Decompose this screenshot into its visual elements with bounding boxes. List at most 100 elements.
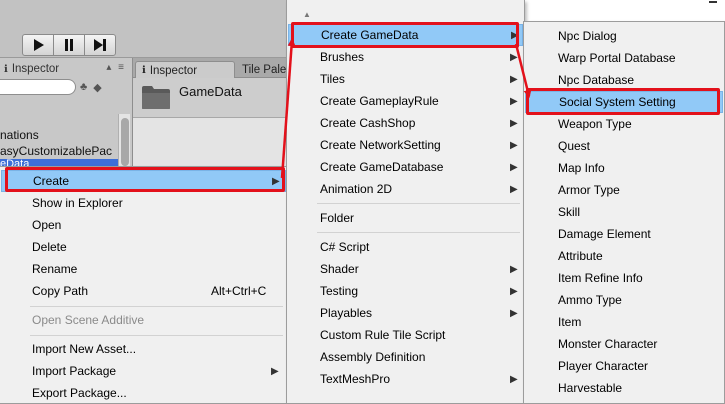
menu-item-animation-2d[interactable]: Animation 2D ▶ — [288, 178, 523, 200]
menu-item-weapon-type[interactable]: Weapon Type — [525, 113, 723, 135]
submenu-arrow-icon: ▶ — [510, 117, 518, 129]
tree-item[interactable]: nations — [0, 127, 120, 143]
menu-item-ammo-type[interactable]: Ammo Type — [525, 289, 723, 311]
play-button[interactable] — [22, 34, 54, 56]
tab-label: Inspector — [149, 64, 198, 77]
step-button[interactable] — [84, 34, 116, 56]
menu-item-delete[interactable]: Delete — [1, 236, 286, 258]
create-submenu: Create GameData ▶ Brushes ▶ Tiles ▶ Crea… — [286, 0, 525, 404]
menu-item-label: Create GameDatabase — [320, 160, 444, 174]
menu-item-label: Quest — [558, 139, 591, 153]
menu-item-testing[interactable]: Testing ▶ — [288, 280, 523, 302]
scrollbar-thumb[interactable] — [121, 118, 129, 166]
menu-item-label: Skill — [558, 205, 581, 219]
submenu-arrow-icon: ▶ — [510, 95, 518, 107]
editor-toolbar — [0, 0, 300, 58]
menu-item-label: Player Character — [558, 359, 649, 373]
submenu-arrow-icon: ▶ — [510, 51, 518, 63]
menu-item-label: C# Script — [320, 240, 370, 254]
menu-item-item-refine-info[interactable]: Item Refine Info — [525, 267, 723, 289]
pause-button[interactable] — [53, 34, 85, 56]
menu-item-folder[interactable]: Folder — [288, 207, 523, 229]
submenu-arrow-icon: ▶ — [510, 161, 518, 173]
menu-item-playables[interactable]: Playables ▶ — [288, 302, 523, 324]
menu-item-label: Harvestable — [558, 381, 623, 395]
tab-label: Inspector — [11, 63, 60, 75]
menu-item-label: Shader — [320, 262, 359, 276]
submenu-arrow-icon: ▶ — [510, 139, 518, 151]
filter-type-icon[interactable]: ♣ — [80, 81, 87, 93]
project-search-input[interactable] — [0, 79, 76, 95]
minimize-icon[interactable] — [709, 0, 717, 3]
menu-item-csharp-script[interactable]: C# Script — [288, 236, 523, 258]
menu-item-copy-path[interactable]: Copy Path Alt+Ctrl+C — [1, 280, 286, 302]
menu-item-assembly-definition[interactable]: Assembly Definition — [288, 346, 523, 368]
menu-item-label: Show in Explorer — [32, 196, 123, 210]
menu-item-skill[interactable]: Skill — [525, 201, 723, 223]
menu-item-npc-dialog[interactable]: Npc Dialog — [525, 25, 723, 47]
menu-item-open[interactable]: Open — [1, 214, 286, 236]
menu-item-label: Custom Rule Tile Script — [320, 328, 446, 342]
folder-icon — [142, 86, 170, 109]
tab-tools[interactable]: ▴ ≡ — [106, 62, 126, 73]
info-icon: ℹ — [4, 63, 8, 75]
menu-item-label: Item — [558, 315, 582, 329]
menu-item-damage-element[interactable]: Damage Element — [525, 223, 723, 245]
menu-item-monster-character[interactable]: Monster Character — [525, 333, 723, 355]
menu-separator — [30, 306, 283, 307]
menu-item-label: Warp Portal Database — [558, 51, 676, 65]
tab-inspector[interactable]: ℹ Inspector — [135, 61, 235, 79]
menu-item-harvestable[interactable]: Harvestable — [525, 377, 723, 399]
step-icon — [94, 39, 106, 51]
menu-item-label: Create CashShop — [320, 116, 416, 130]
menu-separator — [317, 232, 520, 233]
menu-item-label: Folder — [320, 211, 355, 225]
menu-item-label: Assembly Definition — [320, 350, 426, 364]
menu-item-custom-rule-tile-script[interactable]: Custom Rule Tile Script — [288, 324, 523, 346]
menu-item-label: Item Refine Info — [558, 271, 643, 285]
menu-item-create-gamedatabase[interactable]: Create GameDatabase ▶ — [288, 156, 523, 178]
menu-item-rename[interactable]: Rename — [1, 258, 286, 280]
pause-icon — [65, 39, 73, 51]
menu-item-create-networksetting[interactable]: Create NetworkSetting ▶ — [288, 134, 523, 156]
menu-item-create-gameplayrule[interactable]: Create GameplayRule ▶ — [288, 90, 523, 112]
menu-item-tiles[interactable]: Tiles ▶ — [288, 68, 523, 90]
menu-item-label: Ammo Type — [558, 293, 622, 307]
menu-item-warp-portal-database[interactable]: Warp Portal Database — [525, 47, 723, 69]
menu-item-label: Copy Path — [32, 284, 89, 298]
menu-item-textmeshpro[interactable]: TextMeshPro ▶ — [288, 368, 523, 390]
annotation-box-create-gamedata — [291, 22, 519, 48]
label-icon[interactable]: ◆ — [93, 81, 101, 94]
menu-item-item[interactable]: Item — [525, 311, 723, 333]
tab-inspector-left[interactable]: ℹ Inspector ▴ ≡ — [0, 60, 128, 78]
menu-item-label: Delete — [32, 240, 67, 254]
menu-item-import-new-asset[interactable]: Import New Asset... — [1, 338, 286, 360]
menu-item-import-package[interactable]: Import Package ▶ — [1, 360, 286, 382]
tree-item[interactable]: asyCustomizablePac — [0, 143, 120, 159]
menu-item-create-cashshop[interactable]: Create CashShop ▶ — [288, 112, 523, 134]
menu-item-show-in-explorer[interactable]: Show in Explorer — [1, 192, 286, 214]
scroll-up-icon[interactable]: ▲ — [303, 10, 311, 19]
menu-separator — [317, 203, 520, 204]
menu-item-armor-type[interactable]: Armor Type — [525, 179, 723, 201]
search-tools: ♣ ◆ — [80, 79, 128, 95]
menu-item-label: Brushes — [320, 50, 365, 64]
menu-item-brushes[interactable]: Brushes ▶ — [288, 46, 523, 68]
menu-item-player-character[interactable]: Player Character — [525, 355, 723, 377]
menu-item-label: Playables — [320, 306, 373, 320]
menu-item-label: Npc Database — [558, 73, 635, 87]
asset-name: GameData — [179, 84, 242, 99]
menu-item-label: Export Package... — [32, 386, 127, 400]
menu-item-label: Animation 2D — [320, 182, 393, 196]
menu-item-shortcut: Alt+Ctrl+C — [211, 284, 267, 298]
menu-item-label: Attribute — [558, 249, 603, 263]
menu-item-open-scene-additive: Open Scene Additive — [1, 309, 286, 331]
menu-item-attribute[interactable]: Attribute — [525, 245, 723, 267]
menu-item-map-info[interactable]: Map Info — [525, 157, 723, 179]
menu-item-label: Create GameplayRule — [320, 94, 439, 108]
menu-item-export-package[interactable]: Export Package... — [1, 382, 286, 404]
submenu-arrow-icon: ▶ — [510, 73, 518, 85]
menu-item-quest[interactable]: Quest — [525, 135, 723, 157]
info-icon: ℹ — [142, 65, 146, 76]
menu-item-shader[interactable]: Shader ▶ — [288, 258, 523, 280]
